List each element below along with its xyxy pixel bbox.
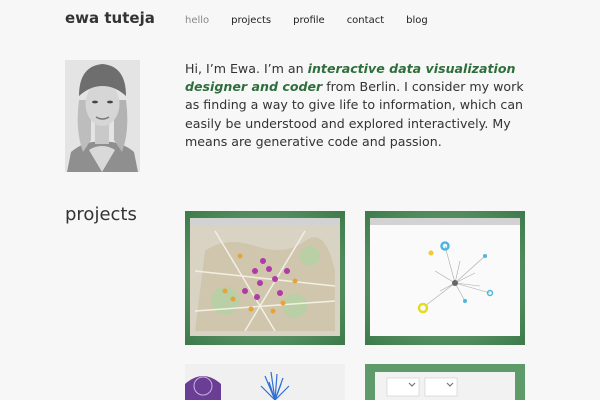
projects-heading: projects bbox=[65, 204, 137, 225]
intro-text: Hi, I’m Ewa. I’m an interactive data vis… bbox=[185, 60, 530, 151]
main-nav: hello projects profile contact blog bbox=[185, 15, 450, 26]
nav-blog[interactable]: blog bbox=[406, 15, 428, 26]
portrait-photo bbox=[65, 60, 140, 172]
nav-contact[interactable]: contact bbox=[347, 15, 384, 26]
intro-part1: Hi, I’m Ewa. I’m an bbox=[185, 61, 308, 76]
nav-hello[interactable]: hello bbox=[185, 15, 209, 26]
project-thumb-network[interactable] bbox=[365, 211, 525, 345]
project-thumb-cards[interactable] bbox=[365, 364, 525, 400]
site-title[interactable]: ewa tuteja bbox=[65, 9, 155, 27]
project-thumb-map[interactable] bbox=[185, 211, 345, 345]
nav-profile[interactable]: profile bbox=[293, 15, 325, 26]
nav-projects[interactable]: projects bbox=[231, 15, 271, 26]
project-thumb-spikes[interactable] bbox=[185, 364, 345, 400]
